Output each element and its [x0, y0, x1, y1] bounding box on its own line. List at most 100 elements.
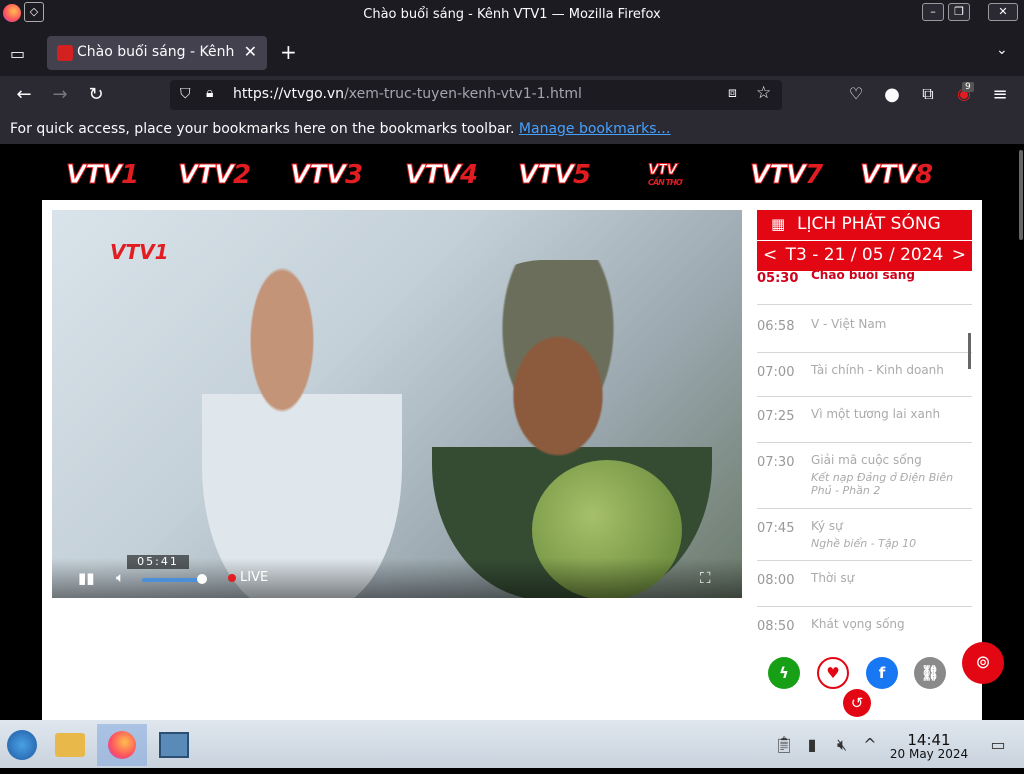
- schedule-row[interactable]: 07:45 Ký sự Nghề biển - Tập 10: [757, 509, 972, 561]
- channel-logo-6[interactable]: VTV CẦN THƠ: [648, 162, 683, 188]
- live-label: LIVE: [240, 570, 269, 585]
- channel-logo-3[interactable]: VTV3: [290, 160, 364, 191]
- maximize-button[interactable]: ❐: [948, 3, 970, 21]
- schedule-row[interactable]: 08:00 Thời sự: [757, 561, 972, 607]
- schedule-row[interactable]: 06:58 V - Việt Nam: [757, 307, 972, 353]
- lock-icon[interactable]: 🔒︎: [206, 85, 213, 101]
- window-title: Chào buổi sáng - Kênh VTV1 — Mozilla Fir…: [363, 7, 661, 22]
- back-icon[interactable]: ←: [12, 84, 36, 105]
- minimize-button[interactable]: –: [922, 3, 944, 21]
- channel-prefix: VTV: [860, 160, 917, 191]
- channel-number: CẦN THƠ: [648, 178, 682, 187]
- shield-icon[interactable]: ⛉: [180, 86, 191, 102]
- bookmarks-hint: For quick access, place your bookmarks h…: [10, 121, 515, 137]
- schedule-date-nav: < T3 - 21 / 05 / 2024 >: [757, 241, 972, 271]
- schedule-list[interactable]: 05:30 Chào buổi sáng 06:58 V - Việt Nam 07:0…: [757, 271, 972, 641]
- schedule-row[interactable]: 07:30 Giải mã cuộc sống Kết nạp Đảng ở Điệ…: [757, 443, 972, 509]
- schedule-time: 08:50: [757, 619, 795, 634]
- calendar-icon: ▦: [771, 215, 786, 233]
- channel-prefix: VTV: [66, 160, 123, 191]
- control-panel-icon[interactable]: [152, 724, 196, 766]
- video-frame-person-left: [202, 250, 402, 598]
- tab-list-icon[interactable]: ▭: [10, 44, 25, 63]
- channel-prefix: VTV: [405, 160, 462, 191]
- schedule-row[interactable]: 07:00 Tài chính - Kinh doanh: [757, 353, 972, 397]
- pause-icon[interactable]: ▮▮: [78, 569, 95, 587]
- channel-logo-overlay: VTV1: [110, 240, 169, 264]
- schedule-time: 07:25: [757, 409, 795, 424]
- schedule-date: T3 - 21 / 05 / 2024: [785, 245, 944, 265]
- reload-icon[interactable]: ↻: [84, 84, 108, 105]
- channel-prefix: VTV: [178, 160, 235, 191]
- channel-number: 3: [344, 160, 363, 190]
- tab-vtv1[interactable]: Chào buổi sáng - Kênh V ✕: [47, 36, 267, 70]
- pocket-icon[interactable]: ♡: [844, 84, 868, 103]
- forward-icon[interactable]: →: [48, 84, 72, 105]
- schedule-time: 08:00: [757, 573, 795, 588]
- facebook-icon[interactable]: f: [866, 657, 898, 689]
- channel-number: 1: [120, 160, 139, 190]
- channel-logo-7[interactable]: VTV7: [750, 160, 824, 191]
- channel-number: 2: [232, 160, 251, 190]
- schedule-time: 06:58: [757, 319, 795, 334]
- picture-in-picture-icon[interactable]: ⧈: [728, 85, 737, 101]
- schedule-program: Ký sự: [811, 519, 843, 533]
- channel-number: 7: [804, 160, 823, 190]
- lightning-share-icon[interactable]: ϟ: [768, 657, 800, 689]
- live-indicator-icon: [228, 574, 236, 582]
- channel-logo-4[interactable]: VTV4: [405, 160, 479, 191]
- channel-logo-2[interactable]: VTV2: [178, 160, 252, 191]
- video-player[interactable]: VTV1 05:41 ▮▮ 🔈︎ LIVE ⛶: [52, 210, 742, 598]
- menu-icon[interactable]: ≡: [988, 84, 1012, 105]
- schedule-program: Thời sự: [811, 571, 855, 585]
- fullscreen-icon[interactable]: ⛶: [700, 569, 711, 587]
- schedule-program: Chào buổi sáng: [811, 271, 915, 282]
- replay-icon[interactable]: ↺: [843, 689, 871, 717]
- channel-prefix: VTV: [750, 160, 807, 191]
- bookmark-star-icon[interactable]: ☆: [756, 83, 771, 103]
- channel-logo-1[interactable]: VTV1: [66, 160, 140, 191]
- taskbar-date[interactable]: 20 May 2024: [878, 747, 980, 761]
- url-bar[interactable]: ⛉ 🔒︎ https://vtvgo.vn/xem-truc-tuyen-ken…: [170, 80, 782, 110]
- favorite-heart-icon[interactable]: ♥: [817, 657, 849, 689]
- tab-label: Chào buổi sáng - Kênh V: [77, 44, 237, 60]
- schedule-time: 05:30: [757, 271, 799, 286]
- channel-logo-5[interactable]: VTV5: [518, 160, 592, 191]
- next-day-button[interactable]: >: [952, 245, 966, 265]
- account-icon[interactable]: ●: [880, 84, 904, 105]
- file-manager-icon[interactable]: [48, 724, 92, 766]
- new-tab-button[interactable]: +: [280, 40, 297, 64]
- channel-prefix: VTV: [648, 162, 678, 179]
- schedule-scrollbar[interactable]: [968, 333, 971, 369]
- channel-number: 5: [572, 160, 591, 190]
- firefox-taskbar-icon[interactable]: [97, 724, 147, 766]
- channel-prefix: VTV: [290, 160, 347, 191]
- volume-slider-handle[interactable]: [197, 574, 207, 584]
- show-desktop-icon[interactable]: ▭: [976, 724, 1020, 766]
- volume-slider[interactable]: [142, 578, 201, 582]
- tab-close-button[interactable]: ✕: [244, 42, 257, 61]
- schedule-time: 07:00: [757, 365, 795, 380]
- schedule-row[interactable]: 05:30 Chào buổi sáng: [757, 271, 972, 305]
- page-scrollbar-thumb[interactable]: [1019, 150, 1023, 240]
- extensions-icon[interactable]: ⧉: [916, 84, 940, 104]
- channel-logo-8[interactable]: VTV8: [860, 160, 934, 191]
- bookmarks-toolbar: For quick access, place your bookmarks h…: [0, 116, 1024, 144]
- close-window-button[interactable]: ✕: [988, 3, 1018, 21]
- volume-icon[interactable]: 🔈︎: [116, 570, 124, 586]
- schedule-program: Khát vọng sống: [811, 617, 905, 631]
- copy-link-icon[interactable]: ⛓: [914, 657, 946, 689]
- schedule-row[interactable]: 08:50 Khát vọng sống: [757, 607, 972, 641]
- schedule-program: V - Việt Nam: [811, 317, 887, 331]
- schedule-program: Tài chính - Kinh doanh: [811, 363, 944, 377]
- url-text[interactable]: https://vtvgo.vn/xem-truc-tuyen-kenh-vtv…: [233, 86, 582, 102]
- schedule-episode: Nghề biển - Tập 10: [811, 537, 917, 550]
- start-menu-icon[interactable]: [0, 724, 44, 766]
- channel-number: 4: [459, 160, 478, 190]
- schedule-row[interactable]: 07:25 Vì một tương lai xanh: [757, 397, 972, 443]
- schedule-time: 07:30: [757, 455, 795, 470]
- scroll-mouse-icon[interactable]: ⊚: [962, 642, 1004, 684]
- manage-bookmarks-link[interactable]: Manage bookmarks…: [519, 121, 671, 137]
- extension-badge: 9: [962, 82, 974, 92]
- list-all-tabs-icon[interactable]: ⌄: [996, 42, 1008, 58]
